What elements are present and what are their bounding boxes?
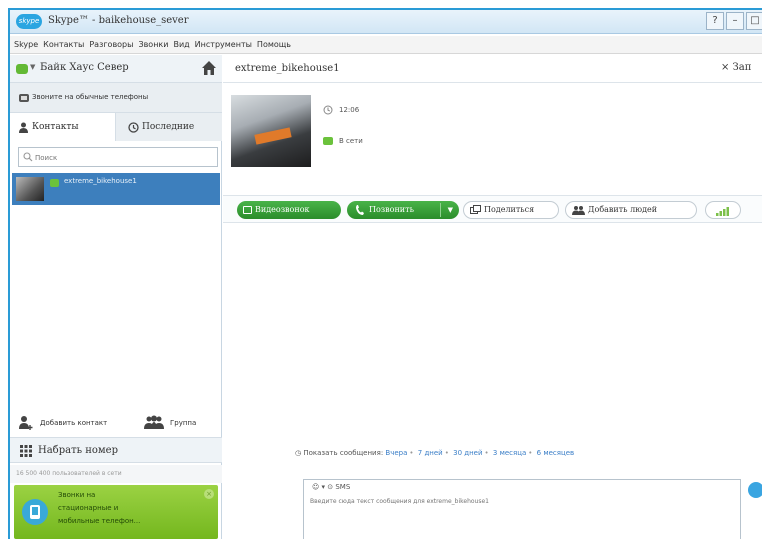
add-contact-button[interactable]: Добавить контакт bbox=[40, 419, 107, 427]
window-controls: ? – □ bbox=[704, 12, 762, 30]
window-title: Skype™ - baikehouse_sever bbox=[48, 15, 189, 26]
add-people-button[interactable]: Добавить людей bbox=[565, 201, 697, 219]
local-time: 12:06 bbox=[339, 106, 360, 114]
online-status-label: В сети bbox=[339, 137, 363, 145]
share-screen-icon bbox=[470, 205, 481, 214]
promo-line-3: мобильные телефон... bbox=[58, 517, 141, 525]
message-compose: ☺ ▾ ⊙ SMS bbox=[303, 479, 741, 539]
add-contact-icon[interactable] bbox=[18, 415, 34, 431]
menu-contacts[interactable]: Контакты bbox=[43, 40, 84, 49]
search-input[interactable] bbox=[35, 150, 215, 165]
conversation-header: extreme_bikehouse1 × Зап bbox=[223, 55, 762, 83]
history-separator: • bbox=[409, 449, 414, 457]
online-users-text: 16 500 400 пользователей в сети bbox=[16, 470, 122, 477]
history-3-months-link[interactable]: 3 месяца bbox=[493, 449, 526, 457]
minimize-button[interactable]: – bbox=[726, 12, 744, 30]
search-icon bbox=[23, 152, 33, 162]
dial-number-label: Набрать номер bbox=[38, 445, 119, 456]
show-messages-row: ◷ Показать сообщения: Вчера • 7 дней • 30 … bbox=[295, 449, 755, 463]
action-bar: Видеозвонок Позвонить ▼ Поделиться Добав… bbox=[223, 195, 762, 223]
share-label: Поделиться bbox=[484, 205, 535, 214]
video-camera-icon bbox=[243, 206, 252, 214]
tab-recent[interactable]: Последние bbox=[115, 113, 222, 141]
title-bar: skype Skype™ - baikehouse_sever ? – □ bbox=[10, 10, 762, 34]
add-row: Добавить контакт Группа bbox=[10, 411, 222, 435]
profile-name[interactable]: Байк Хаус Север bbox=[40, 62, 129, 73]
add-people-label: Добавить людей bbox=[588, 205, 658, 214]
call-label: Позвонить bbox=[369, 205, 414, 214]
menu-tools[interactable]: Инструменты bbox=[195, 40, 252, 49]
add-people-icon bbox=[572, 206, 585, 215]
call-phones-button[interactable]: Звоните на обычные телефоны bbox=[10, 83, 222, 113]
skype-logo: skype bbox=[16, 14, 42, 29]
search-box[interactable] bbox=[18, 147, 218, 167]
call-button[interactable]: Позвонить ▼ bbox=[347, 201, 459, 219]
video-call-button[interactable]: Видеозвонок bbox=[237, 201, 341, 219]
send-button[interactable] bbox=[748, 482, 762, 498]
menu-view[interactable]: Вид bbox=[173, 40, 189, 49]
menu-help[interactable]: Помощь bbox=[257, 40, 291, 49]
show-messages-label: Показать сообщения: bbox=[303, 449, 384, 457]
history-6-months-link[interactable]: 6 месяцев bbox=[537, 449, 575, 457]
menu-bar: Skype Контакты Разговоры Звонки Вид Инст… bbox=[10, 36, 762, 54]
person-icon bbox=[19, 122, 28, 133]
clock-icon bbox=[128, 122, 139, 133]
phone-icon bbox=[19, 94, 29, 102]
group-button[interactable]: Группа bbox=[170, 419, 196, 427]
tab-recent-label: Последние bbox=[142, 122, 195, 132]
online-users-count: 16 500 400 пользователей в сети bbox=[10, 465, 222, 483]
promo-line-2: стационарные и bbox=[58, 504, 119, 512]
chevron-down-icon[interactable]: ▼ bbox=[448, 201, 453, 219]
conversation-title: extreme_bikehouse1 bbox=[235, 63, 340, 74]
call-button-divider bbox=[440, 203, 441, 217]
history-yesterday-link[interactable]: Вчера bbox=[385, 449, 407, 457]
contact-name: extreme_bikehouse1 bbox=[64, 177, 137, 185]
maximize-button[interactable]: □ bbox=[746, 12, 762, 30]
compose-toolbar[interactable]: ☺ ▾ ⊙ SMS bbox=[312, 483, 350, 491]
conversation-panel: extreme_bikehouse1 × Зап 12:06 В сети Ви… bbox=[223, 55, 762, 539]
group-icon[interactable] bbox=[144, 415, 164, 431]
close-conversation-button[interactable]: × Зап bbox=[721, 62, 751, 73]
phone-promo-icon bbox=[22, 499, 48, 525]
history-separator: • bbox=[528, 449, 533, 457]
clock-icon bbox=[323, 105, 333, 115]
call-quality-button[interactable] bbox=[705, 201, 741, 219]
tab-contacts-label: Контакты bbox=[32, 122, 79, 132]
contact-avatar-large bbox=[231, 95, 311, 167]
history-30-days-link[interactable]: 30 дней bbox=[453, 449, 482, 457]
online-status-icon[interactable] bbox=[16, 64, 28, 74]
call-phones-label: Звоните на обычные телефоны bbox=[32, 93, 149, 101]
signal-bars-icon bbox=[716, 207, 729, 216]
online-status-icon bbox=[323, 137, 333, 145]
menu-calls[interactable]: Звонки bbox=[138, 40, 168, 49]
sidebar-tabs: Контакты Последние bbox=[10, 113, 222, 141]
message-input[interactable] bbox=[310, 498, 734, 528]
dialpad-icon bbox=[20, 445, 32, 457]
contact-list-item[interactable]: extreme_bikehouse1 bbox=[12, 173, 220, 205]
share-button[interactable]: Поделиться bbox=[463, 201, 559, 219]
contact-profile: 12:06 В сети bbox=[223, 83, 762, 191]
avatar-detail bbox=[254, 127, 292, 145]
history-7-days-link[interactable]: 7 дней bbox=[418, 449, 443, 457]
contact-avatar bbox=[16, 177, 44, 201]
chevron-down-icon[interactable]: ▼ bbox=[30, 63, 35, 71]
sidebar: ▼ Байк Хаус Север Звоните на обычные тел… bbox=[10, 55, 222, 539]
history-separator: • bbox=[484, 449, 489, 457]
history-separator: • bbox=[444, 449, 449, 457]
help-button[interactable]: ? bbox=[706, 12, 724, 30]
promo-banner[interactable]: Звонки на стационарные и мобильные телеф… bbox=[14, 485, 218, 539]
promo-line-1: Звонки на bbox=[58, 491, 96, 499]
menu-skype[interactable]: Skype bbox=[14, 40, 38, 49]
close-icon[interactable]: × bbox=[204, 489, 214, 499]
home-icon[interactable] bbox=[200, 59, 218, 77]
phone-icon bbox=[356, 205, 364, 215]
dial-number-button[interactable]: Набрать номер bbox=[10, 437, 222, 463]
menu-conversations[interactable]: Разговоры bbox=[89, 40, 133, 49]
skype-window: skype Skype™ - baikehouse_sever ? – □ Sk… bbox=[8, 8, 762, 539]
online-status-icon bbox=[50, 179, 59, 187]
tab-contacts[interactable]: Контакты bbox=[10, 113, 115, 141]
video-call-label: Видеозвонок bbox=[255, 205, 310, 214]
profile-row[interactable]: ▼ Байк Хаус Север bbox=[10, 55, 222, 83]
